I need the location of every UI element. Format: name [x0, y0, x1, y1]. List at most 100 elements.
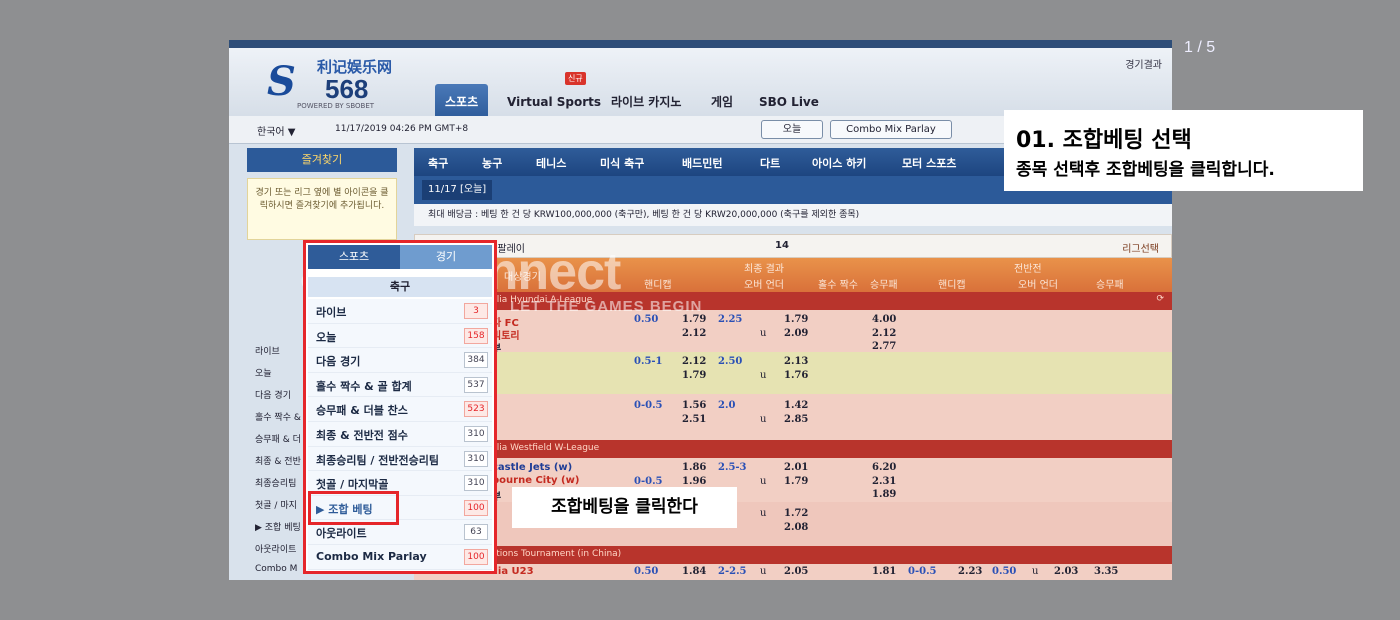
odds[interactable]: 1.79: [784, 476, 808, 487]
odds[interactable]: 1.72: [784, 508, 808, 519]
sidebar-item-score[interactable]: 최종 & 전반: [255, 454, 301, 467]
sidebar-item-odd-even[interactable]: 홀수 짝수 &: [255, 410, 301, 423]
tab-virtual-sports[interactable]: Virtual Sports: [497, 84, 611, 120]
refresh-icon[interactable]: ⟳: [484, 548, 1164, 558]
watermark-tagline: LET THE GAMES BEGIN: [510, 298, 703, 315]
popup-tab-sports[interactable]: 스포츠: [308, 245, 400, 269]
odds[interactable]: 3.35: [1094, 566, 1118, 577]
logo-sub: POWERED BY SBOBET: [297, 102, 375, 110]
combo-mix-parlay-button[interactable]: Combo Mix Parlay: [830, 120, 952, 139]
popup-market-list: 라이브 3 오늘 158 다음 경기 384 홀수 짝수 & 골 합계 537 승무패 …: [308, 299, 492, 570]
market-label: 다음 경기: [316, 355, 361, 369]
team-away[interactable]: bourne City (w): [492, 475, 579, 486]
sport-tab-football[interactable]: 미식 축구: [600, 155, 644, 171]
sidebar-item-today[interactable]: 오늘: [255, 366, 272, 379]
odds[interactable]: 1.79: [682, 370, 706, 381]
favorites-header: 즐겨찾기: [247, 148, 397, 172]
date-tab-today[interactable]: 11/17 [오늘]: [422, 180, 493, 200]
odds[interactable]: 1.42: [784, 400, 808, 411]
tab-sports[interactable]: 스포츠: [435, 84, 489, 120]
odds[interactable]: 2.23: [958, 566, 982, 577]
sport-tab-soccer[interactable]: 축구: [428, 155, 448, 171]
odds[interactable]: 2.01: [784, 462, 808, 473]
sport-tab-badminton[interactable]: 배드민턴: [682, 155, 722, 171]
refresh-icon[interactable]: ⟳: [484, 442, 1164, 452]
odds[interactable]: 1.89: [872, 489, 896, 500]
market-count: 310: [464, 475, 488, 492]
market-count: 523: [464, 401, 488, 418]
odds[interactable]: 2.51: [682, 414, 706, 425]
market-item-combo-mix-parlay[interactable]: Combo Mix Parlay 100: [308, 544, 492, 570]
sidebar-item-1x2[interactable]: 승무패 & 더: [255, 432, 301, 445]
popup-tab-match[interactable]: 경기: [400, 245, 492, 269]
odds[interactable]: 1.56: [682, 400, 706, 411]
odds[interactable]: 2.31: [872, 476, 896, 487]
sidebar-item-combo-mix[interactable]: Combo M: [255, 564, 297, 574]
sidebar-item-next[interactable]: 다음 경기: [255, 388, 291, 401]
odds[interactable]: 2.12: [872, 328, 896, 339]
sidebar-item-first-goal[interactable]: 첫골 / 마지: [255, 498, 297, 511]
market-count: 63: [464, 524, 488, 541]
market-item-1x2-double[interactable]: 승무패 & 더블 찬스 523: [308, 397, 492, 422]
league-row[interactable]: Nations Tournament (in China) ⟳: [414, 546, 1172, 564]
odds[interactable]: 2.05: [784, 566, 808, 577]
sidebar-item-live[interactable]: 라이브: [255, 344, 280, 357]
market-item-winner[interactable]: 최종승리팀 / 전반전승리팀 310: [308, 446, 492, 472]
market-item-live[interactable]: 라이브 3: [308, 299, 492, 324]
col-fh-ou: 오버 언더: [1018, 280, 1058, 291]
table-row: 0-0.5 1.56 2.51 2.0 u 1.42 2.85: [414, 394, 1172, 440]
odds[interactable]: 2.08: [784, 522, 808, 533]
refresh-icon[interactable]: ⟳: [1156, 294, 1164, 304]
market-item-next[interactable]: 다음 경기 384: [308, 348, 492, 373]
sidebar-item-outright[interactable]: 아웃라이트: [255, 542, 296, 555]
callout-label: 조합베팅을 클릭한다: [512, 487, 737, 528]
language-select[interactable]: 한국어 ▼: [257, 123, 295, 138]
league-row[interactable]: tralia Westfield W-League ⟳: [414, 440, 1172, 458]
odds[interactable]: 2.77: [872, 341, 896, 352]
odds[interactable]: 6.20: [872, 462, 896, 473]
market-count: 100: [464, 499, 488, 516]
market-item-score[interactable]: 최종 & 전반전 점수 310: [308, 421, 492, 447]
tab-sbo-live[interactable]: SBO Live: [749, 84, 829, 120]
sport-tab-motorsport[interactable]: 모터 스포츠: [902, 155, 956, 171]
odds[interactable]: 1.84: [682, 566, 706, 577]
ou-marker: u: [760, 414, 767, 425]
league-select-button[interactable]: 리그선택: [1122, 240, 1159, 255]
odds[interactable]: 2.03: [1054, 566, 1078, 577]
market-item-today[interactable]: 오늘 158: [308, 323, 492, 349]
site-logo[interactable]: S 利记娱乐网 568 POWERED BY SBOBET: [267, 54, 407, 112]
sport-tab-ice-hockey[interactable]: 아이스 하키: [812, 155, 866, 171]
hdp-line: 0-0.5: [634, 476, 663, 487]
odds[interactable]: 2.12: [682, 356, 706, 367]
datetime: 11/17/2019 04:26 PM GMT+8: [335, 124, 469, 134]
table-row: 0.5-1 2.12 1.79 2.50 u 2.13 1.76: [414, 352, 1172, 394]
odds[interactable]: 1.76: [784, 370, 808, 381]
results-link[interactable]: 경기결과: [1125, 56, 1162, 71]
sidebar-item-winner[interactable]: 최종승리팀: [255, 476, 296, 489]
ou-marker: u: [760, 508, 767, 519]
tab-live-casino[interactable]: 라이브 카지노: [601, 84, 691, 120]
tab-games[interactable]: 게임: [701, 84, 743, 120]
odds[interactable]: 1.96: [682, 476, 706, 487]
ou-marker: u: [760, 328, 767, 339]
odds[interactable]: 1.81: [872, 566, 896, 577]
odds[interactable]: 2.13: [784, 356, 808, 367]
market-label: 승무패 & 더블 찬스: [316, 404, 408, 418]
popup-sport-title: 축구: [308, 277, 492, 297]
ou-line: 2.5-3: [718, 462, 747, 473]
sport-tab-darts[interactable]: 다트: [760, 155, 780, 171]
market-item-odd-even[interactable]: 홀수 짝수 & 골 합계 537: [308, 372, 492, 398]
odds[interactable]: 2.12: [682, 328, 706, 339]
odds[interactable]: 1.79: [784, 314, 808, 325]
market-label: 최종승리팀 / 전반전승리팀: [316, 453, 439, 467]
sidebar-item-combo[interactable]: ▶ 조합 베팅: [255, 520, 301, 533]
market-label: 홀수 짝수 & 골 합계: [316, 379, 412, 393]
odds[interactable]: 4.00: [872, 314, 896, 325]
odds[interactable]: 1.86: [682, 462, 706, 473]
today-button[interactable]: 오늘: [761, 120, 823, 139]
odds[interactable]: 2.85: [784, 414, 808, 425]
sport-tab-basketball[interactable]: 농구: [482, 155, 502, 171]
odds[interactable]: 2.09: [784, 328, 808, 339]
team-home[interactable]: castle Jets (w): [492, 462, 572, 473]
sport-tab-tennis[interactable]: 테니스: [536, 155, 566, 171]
